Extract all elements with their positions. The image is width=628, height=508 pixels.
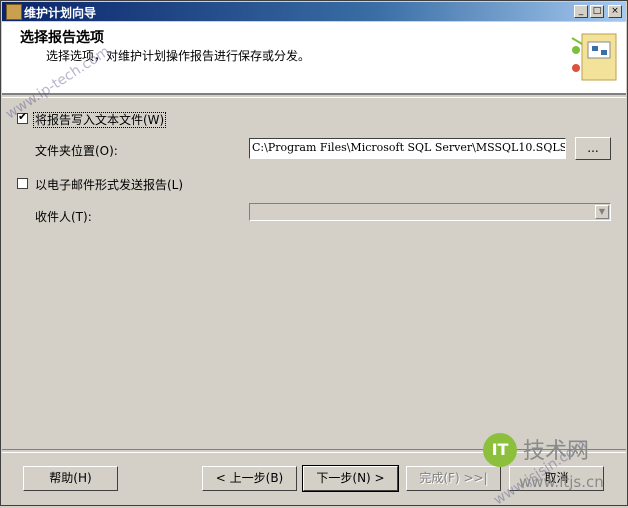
help-button[interactable]: 帮助(H) — [23, 466, 118, 491]
app-icon — [6, 4, 22, 20]
next-button[interactable]: 下一步(N) > — [302, 465, 399, 492]
logo-site: www.itjs.cn — [519, 473, 604, 491]
browse-button[interactable]: ... — [575, 137, 611, 160]
chevron-down-icon[interactable]: ▼ — [595, 205, 609, 219]
page-title: 选择报告选项 — [20, 30, 104, 46]
window-title: 维护计划向导 — [24, 6, 97, 20]
write-to-file-label[interactable]: 将报告写入文本文件(W) — [33, 111, 167, 128]
header-divider — [2, 94, 626, 98]
folder-location-field[interactable]: C:\Program Files\Microsoft SQL Server\MS… — [249, 138, 566, 159]
watermark-logo: IT 技术网 www.itjs.cn — [483, 431, 623, 501]
minimize-button[interactable]: _ — [574, 5, 588, 18]
email-report-checkbox[interactable] — [17, 178, 28, 189]
logo-name: 技术网 — [523, 439, 590, 464]
logo-mark-icon: IT — [483, 433, 517, 467]
finish-button-label: 完成(F) >>| — [419, 471, 488, 485]
folder-location-label: 文件夹位置(O): — [35, 144, 118, 158]
email-report-label[interactable]: 以电子邮件形式发送报告(L) — [35, 176, 183, 193]
close-button[interactable]: × — [608, 5, 622, 18]
maximize-button[interactable]: □ — [590, 5, 604, 18]
recipient-label: 收件人(T): — [35, 210, 92, 224]
wizard-graphic-icon — [571, 33, 617, 81]
title-bar[interactable]: 维护计划向导 _ □ × — [2, 2, 626, 21]
recipient-dropdown[interactable]: ▼ — [249, 203, 611, 221]
back-button[interactable]: < 上一步(B) — [202, 466, 297, 491]
wizard-window: 维护计划向导 _ □ × 选择报告选项 选择选项，对维护计划操作报告进行保存或分… — [0, 0, 628, 508]
